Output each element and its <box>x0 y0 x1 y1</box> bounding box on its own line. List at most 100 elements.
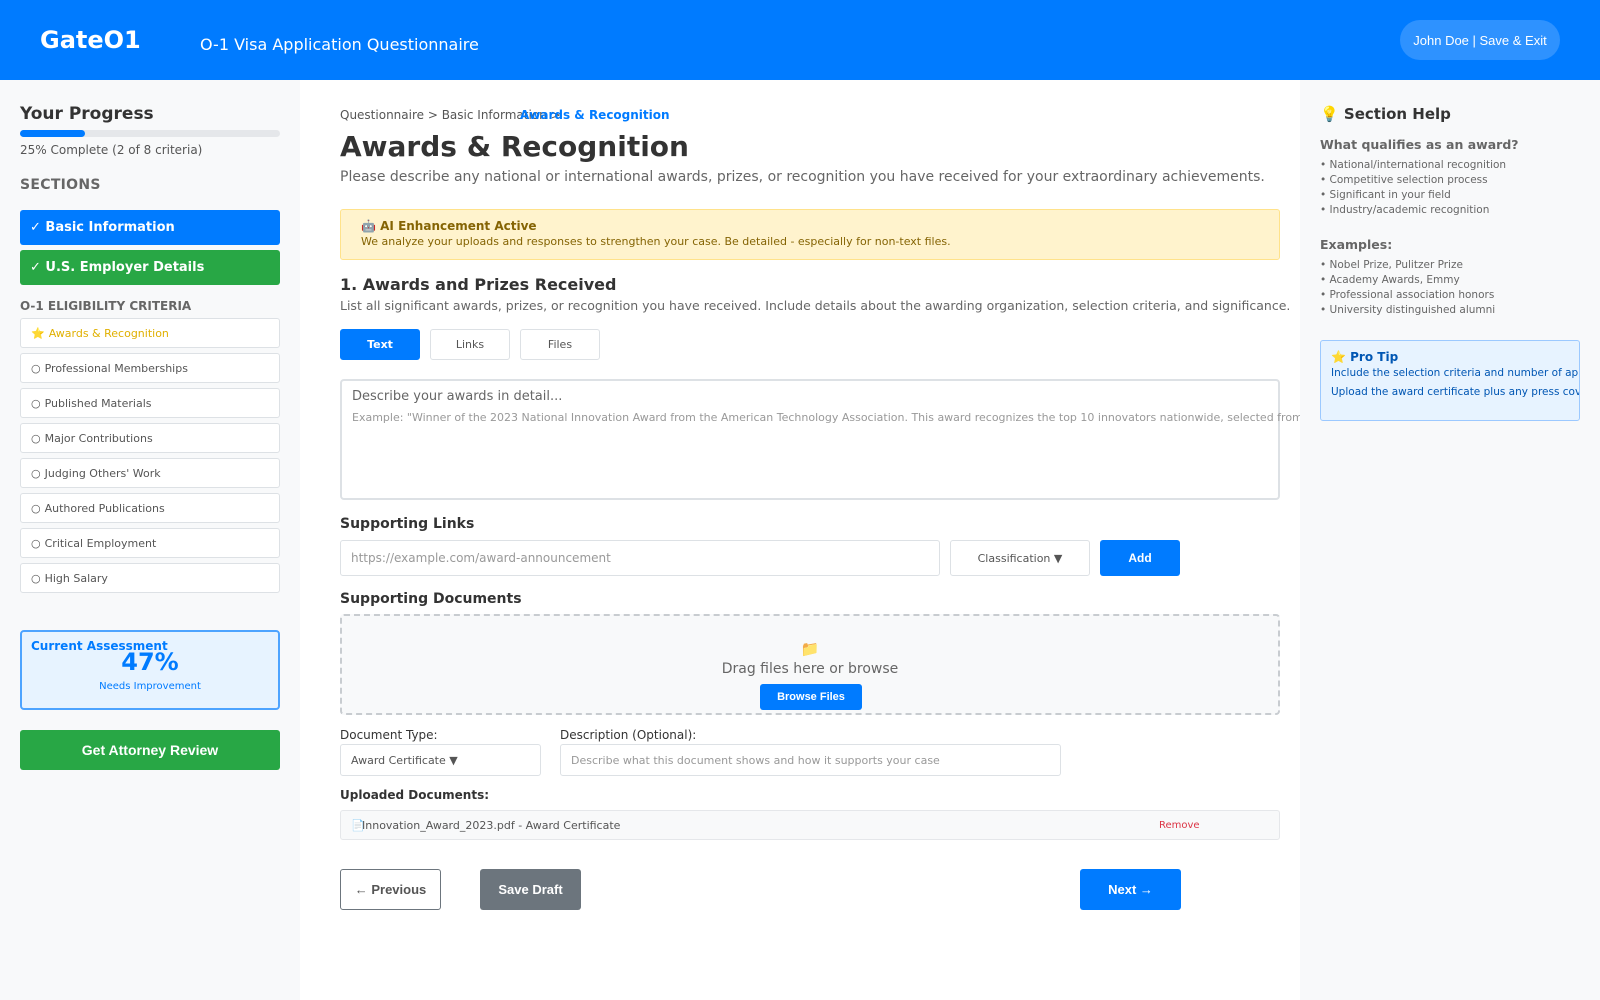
star-icon: ⭐ <box>31 326 45 340</box>
dropzone-text: Drag files here or browse <box>721 661 899 677</box>
page-description: Please describe any national or internat… <box>340 169 1265 185</box>
criteria-label: Professional Memberships <box>44 361 188 375</box>
criteria-label: Published Materials <box>44 396 152 410</box>
uploaded-document-row: 📄 Innovation_Award_2023.pdf - Award Cert… <box>340 810 1280 840</box>
pro-tip-line: Upload the award certificate plus any pr… <box>1331 386 1579 398</box>
what-qualifies-heading: What qualifies as an award? <box>1320 137 1519 152</box>
robot-icon: 🤖 <box>361 219 376 233</box>
help-title-text: Section Help <box>1343 105 1451 123</box>
circle-icon: ○ <box>31 466 41 480</box>
list-item: • Significant in your field <box>1320 189 1451 201</box>
classification-select[interactable]: Classification ▼ <box>950 540 1090 576</box>
page-title: Awards & Recognition <box>340 130 689 163</box>
star-icon: ⭐ <box>1331 350 1346 364</box>
uploaded-documents-label: Uploaded Documents: <box>340 788 490 802</box>
criteria-label: High Salary <box>44 571 108 585</box>
question-description: List all significant awards, prizes, or … <box>340 298 1291 313</box>
section-help-panel: 💡 Section Help What qualifies as an awar… <box>1300 80 1600 1000</box>
supporting-links-label: Supporting Links <box>340 516 475 532</box>
supporting-documents-label: Supporting Documents <box>340 591 522 607</box>
circle-icon: ○ <box>31 536 41 550</box>
pro-tip-title: ⭐ Pro Tip <box>1331 350 1398 364</box>
current-assessment-card: Current Assessment 47% Needs Improvement <box>20 630 280 710</box>
pro-tip-box: ⭐ Pro Tip Include the selection criteria… <box>1320 340 1580 421</box>
link-url-input[interactable]: https://example.com/award-announcement <box>340 540 940 576</box>
circle-icon: ○ <box>31 396 41 410</box>
circle-icon: ○ <box>31 501 41 515</box>
criteria-item-critical-employment[interactable]: ○ Critical Employment <box>20 528 280 558</box>
help-title: 💡 Section Help <box>1320 105 1451 123</box>
examples-heading: Examples: <box>1320 237 1393 252</box>
textarea-example: Example: "Winner of the 2023 National In… <box>352 411 1300 424</box>
tab-text[interactable]: Text <box>340 329 420 360</box>
next-button[interactable]: Next → <box>1080 869 1181 910</box>
app-title: O-1 Visa Application Questionnaire <box>200 35 479 54</box>
description-label: Description (Optional): <box>560 728 697 742</box>
examples-list: • Nobel Prize, Pulitzer Prize • Academy … <box>1320 258 1495 318</box>
tab-links[interactable]: Links <box>430 329 510 360</box>
previous-button[interactable]: ← Previous <box>340 869 441 910</box>
file-dropzone[interactable]: 📁 Drag files here or browse Browse Files <box>340 614 1280 715</box>
remove-document-link[interactable]: Remove <box>1159 820 1200 831</box>
list-item: • National/international recognition <box>1320 159 1507 171</box>
criteria-item-major-contributions[interactable]: ○ Major Contributions <box>20 423 280 453</box>
pro-tip-title-text: Pro Tip <box>1350 350 1399 364</box>
list-item: • University distinguished alumni <box>1320 304 1496 316</box>
question-title: 1. Awards and Prizes Received <box>340 275 617 294</box>
folder-icon: 📁 <box>800 640 820 658</box>
list-item: • Competitive selection process <box>1320 174 1488 186</box>
assessment-score: 47% <box>121 648 179 676</box>
tab-files[interactable]: Files <box>520 329 600 360</box>
breadcrumb-current: Awards & Recognition <box>520 108 670 122</box>
main-content: Questionnaire > Basic Information > Awar… <box>300 80 1300 1000</box>
textarea-placeholder: Describe your awards in detail... <box>352 389 563 404</box>
criteria-item-authored-publications[interactable]: ○ Authored Publications <box>20 493 280 523</box>
list-item: • Professional association honors <box>1320 289 1495 301</box>
progress-bar-fill <box>20 130 85 137</box>
document-description-input[interactable]: Describe what this document shows and ho… <box>560 744 1061 776</box>
progress-title: Your Progress <box>20 104 154 124</box>
criteria-label: Judging Others' Work <box>44 466 161 480</box>
criteria-heading: O-1 ELIGIBILITY CRITERIA <box>20 299 192 313</box>
section-basic-information[interactable]: ✓ Basic Information <box>20 210 280 245</box>
criteria-item-high-salary[interactable]: ○ High Salary <box>20 563 280 593</box>
save-and-exit-button[interactable]: John Doe | Save & Exit <box>1400 20 1560 60</box>
criteria-item-awards[interactable]: ⭐ Awards & Recognition <box>20 318 280 348</box>
criteria-label: Major Contributions <box>44 431 153 445</box>
circle-icon: ○ <box>31 431 41 445</box>
section-us-employer-details[interactable]: ✓ U.S. Employer Details <box>20 250 280 285</box>
criteria-item-memberships[interactable]: ○ Professional Memberships <box>20 353 280 383</box>
save-draft-button[interactable]: Save Draft <box>480 869 581 910</box>
list-item: • Academy Awards, Emmy <box>1320 274 1460 286</box>
ai-banner-title-text: AI Enhancement Active <box>380 219 537 233</box>
circle-icon: ○ <box>31 571 41 585</box>
criteria-label: Authored Publications <box>44 501 165 515</box>
criteria-item-published-materials[interactable]: ○ Published Materials <box>20 388 280 418</box>
ai-enhancement-banner: 🤖 AI Enhancement Active We analyze your … <box>340 209 1280 260</box>
get-attorney-review-button[interactable]: Get Attorney Review <box>20 730 280 770</box>
brand-logo[interactable]: GateO1 <box>40 26 141 54</box>
ai-banner-title: 🤖 AI Enhancement Active <box>361 219 537 233</box>
uploaded-file-name: Innovation_Award_2023.pdf - Award Certif… <box>362 819 621 832</box>
document-type-label: Document Type: <box>340 728 438 742</box>
list-item: • Industry/academic recognition <box>1320 204 1490 216</box>
criteria-item-judging[interactable]: ○ Judging Others' Work <box>20 458 280 488</box>
criteria-label: Awards & Recognition <box>48 326 169 340</box>
browse-files-button[interactable]: Browse Files <box>760 684 862 710</box>
assessment-status: Needs Improvement <box>99 681 201 692</box>
document-type-select[interactable]: Award Certificate ▼ <box>340 744 541 776</box>
list-item: • Nobel Prize, Pulitzer Prize <box>1320 259 1463 271</box>
progress-bar <box>20 130 280 137</box>
what-qualifies-list: • National/international recognition • C… <box>1320 158 1506 218</box>
ai-banner-text: We analyze your uploads and responses to… <box>361 235 951 248</box>
top-header: GateO1 O-1 Visa Application Questionnair… <box>0 0 1600 80</box>
progress-text: 25% Complete (2 of 8 criteria) <box>20 143 203 157</box>
lightbulb-icon: 💡 <box>1320 105 1339 123</box>
sections-heading: SECTIONS <box>20 177 101 193</box>
add-link-button[interactable]: Add <box>1100 540 1180 576</box>
progress-sidebar: Your Progress 25% Complete (2 of 8 crite… <box>0 80 300 1000</box>
criteria-label: Critical Employment <box>44 536 157 550</box>
awards-description-textarea[interactable]: Describe your awards in detail... Exampl… <box>340 379 1300 500</box>
pro-tip-line: Include the selection criteria and numbe… <box>1331 367 1579 379</box>
circle-icon: ○ <box>31 361 41 375</box>
